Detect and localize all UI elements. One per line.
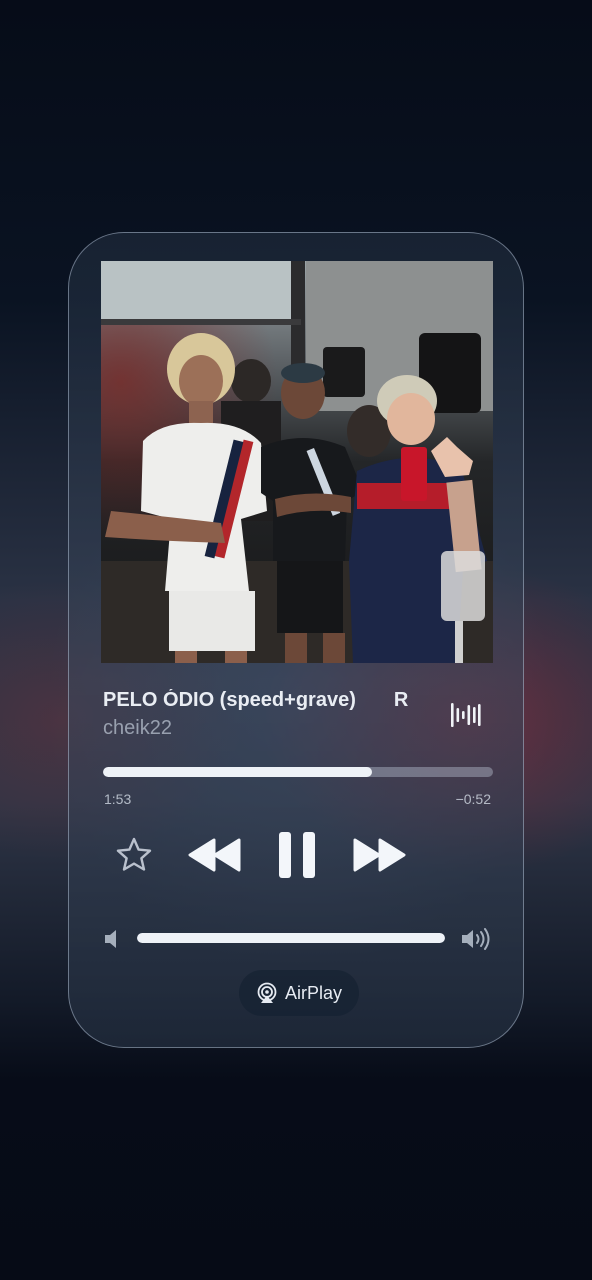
speaker-high-icon — [461, 927, 493, 951]
track-title: PELO ÓDIO (speed+grave) — [103, 689, 356, 711]
progress-fill — [103, 767, 373, 777]
speaker-low-icon — [103, 927, 121, 951]
airplay-icon — [256, 982, 278, 1004]
progress-bar[interactable] — [103, 767, 493, 777]
album-artwork — [101, 261, 493, 663]
star-icon[interactable] — [115, 836, 153, 874]
remaining-time: −0:52 — [455, 791, 491, 807]
airplay-button[interactable]: AirPlay — [239, 970, 359, 1016]
rewind-icon[interactable] — [187, 838, 243, 872]
artist-name[interactable]: cheik22 — [103, 717, 172, 740]
volume-slider[interactable] — [137, 933, 445, 943]
track-title-row[interactable]: PELO ÓDIO (speed+grave) R — [103, 689, 459, 719]
next-title-fragment: R — [393, 689, 409, 711]
now-playing-widget: PELO ÓDIO (speed+grave) R cheik22 1:53 −0… — [68, 232, 524, 1048]
fast-forward-icon[interactable] — [351, 838, 407, 872]
airplay-label: AirPlay — [284, 982, 342, 1003]
elapsed-time: 1:53 — [104, 791, 132, 807]
waveform-icon[interactable] — [449, 699, 481, 731]
volume-fill — [137, 933, 445, 943]
pause-icon[interactable] — [277, 831, 317, 879]
